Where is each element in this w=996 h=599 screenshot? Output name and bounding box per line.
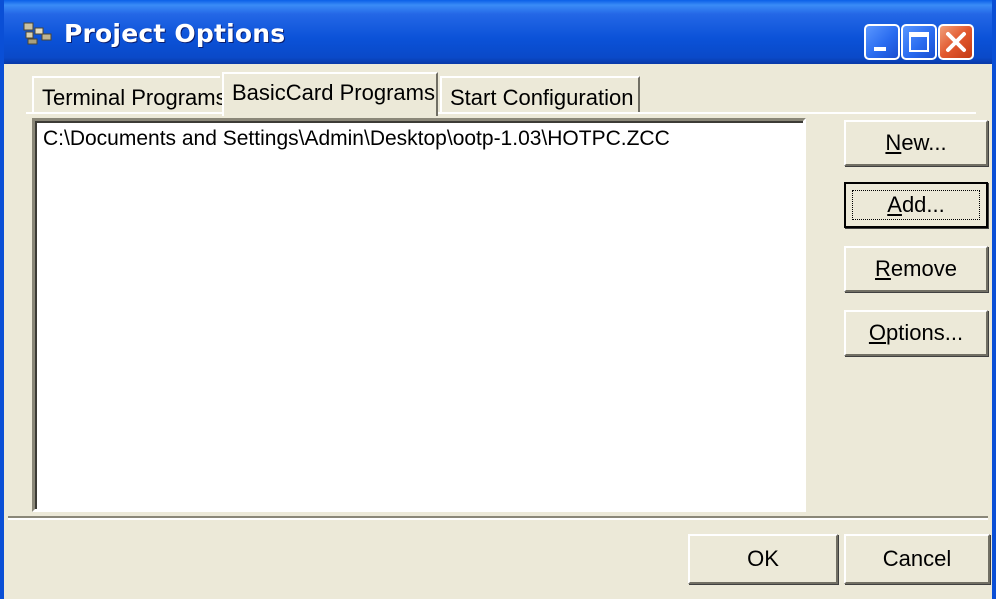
project-options-window: Project Options Terminal Programs BasicC…: [0, 0, 996, 599]
tab-start-configuration[interactable]: Start Configuration: [440, 76, 640, 114]
programs-listbox[interactable]: C:\Documents and Settings\Admin\Desktop\…: [32, 118, 806, 512]
focus-rectangle: [852, 190, 980, 220]
minimize-button[interactable]: [864, 24, 900, 60]
title-bar[interactable]: Project Options: [4, 0, 992, 64]
new-label: ew...: [901, 130, 947, 155]
remove-label: emove: [890, 256, 957, 281]
separator-highlight: [8, 518, 988, 520]
close-icon: [946, 32, 966, 52]
add-button[interactable]: Add...: [844, 182, 988, 228]
options-label: ptions...: [886, 320, 964, 345]
remove-button[interactable]: Remove: [844, 246, 988, 292]
list-item[interactable]: C:\Documents and Settings\Admin\Desktop\…: [43, 127, 670, 151]
maximize-icon: [909, 32, 929, 52]
app-icon: [22, 20, 54, 46]
maximize-button[interactable]: [901, 24, 937, 60]
remove-accel: R: [875, 256, 891, 281]
tab-terminal-programs[interactable]: Terminal Programs: [32, 76, 227, 114]
window-title: Project Options: [64, 19, 286, 48]
tab-basiccard-programs[interactable]: BasicCard Programs: [222, 72, 438, 116]
cancel-button[interactable]: Cancel: [844, 534, 990, 584]
new-accel: N: [885, 130, 902, 155]
ok-button[interactable]: OK: [688, 534, 838, 584]
options-accel: O: [868, 320, 887, 345]
minimize-icon: [874, 47, 886, 51]
close-button[interactable]: [938, 24, 974, 60]
options-button[interactable]: Options...: [844, 310, 988, 356]
new-button[interactable]: New...: [844, 120, 988, 166]
